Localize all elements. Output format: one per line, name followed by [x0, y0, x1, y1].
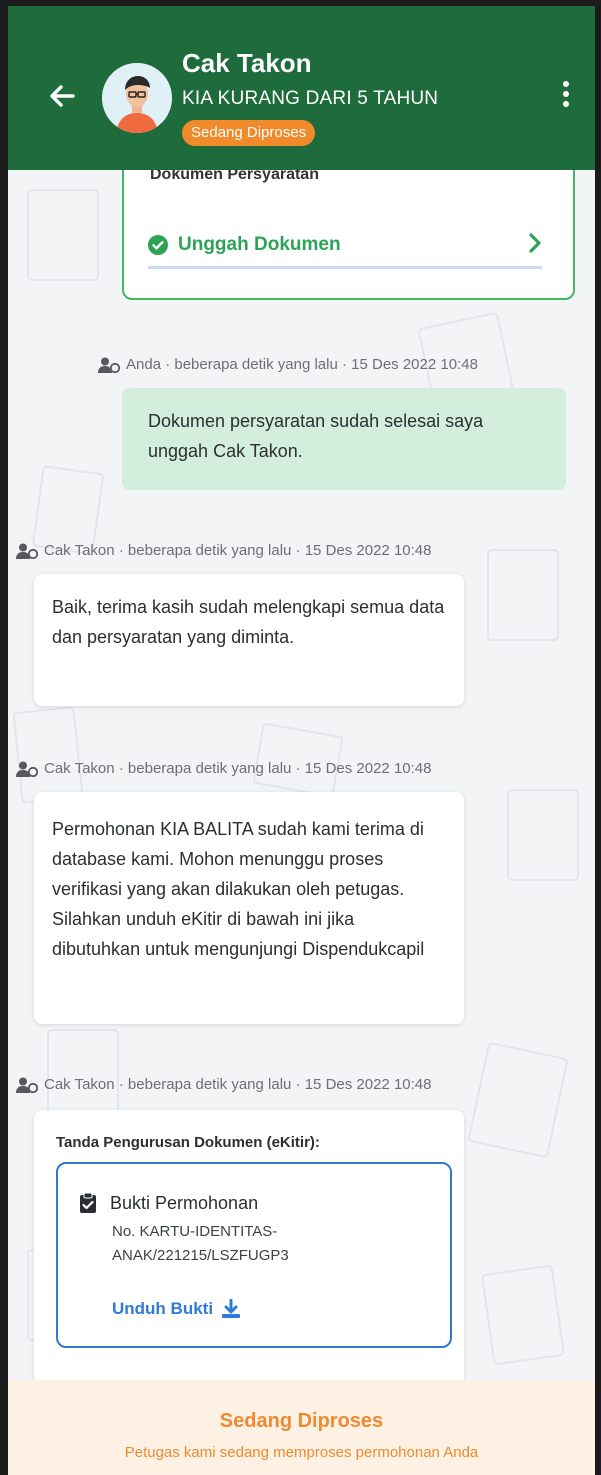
- message-bubble-incoming: Permohonan KIA BALITA sudah kami terima …: [34, 792, 464, 1024]
- chat-subtitle: KIA KURANG DARI 5 TAHUN: [182, 88, 439, 109]
- document-card-label: Dokumen Persyaratan: [150, 170, 319, 183]
- user-icon: [16, 1077, 38, 1093]
- proof-title: Bukti Permohonan: [110, 1193, 259, 1213]
- chat-header: Cak Takon KIA KURANG DARI 5 TAHUN Sedang…: [8, 6, 595, 170]
- upload-progress-line: [148, 266, 542, 269]
- message-meta-text: Cak Takon · beberapa detik yang lalu · 1…: [44, 760, 432, 777]
- user-icon: [16, 761, 38, 777]
- status-footer: Sedang Diproses Petugas kami sedang memp…: [8, 1380, 595, 1475]
- arrow-left-icon: [50, 85, 75, 107]
- chevron-right-icon: [529, 233, 541, 253]
- proof-number: No. KARTU-IDENTITAS-ANAK/221215/LSZFUGP3: [112, 1223, 289, 1264]
- status-badge: Sedang Diproses: [182, 120, 316, 146]
- proof-header: Bukti Permohonan: [80, 1188, 258, 1218]
- chat-title: Cak Takon: [182, 48, 312, 78]
- download-proof-button[interactable]: Unduh Bukti: [112, 1294, 241, 1324]
- message-meta: Cak Takon · beberapa detik yang lalu · 1…: [16, 1076, 431, 1093]
- download-proof-label: Unduh Bukti: [112, 1299, 214, 1318]
- window-frame-left: [0, 0, 8, 1475]
- message-meta: Anda · beberapa detik yang lalu · 15 Des…: [98, 356, 478, 373]
- check-circle-icon: [148, 235, 168, 255]
- message-bubble-incoming: Baik, terima kasih sudah melengkapi semu…: [34, 574, 464, 706]
- download-icon: [222, 1299, 241, 1318]
- message-meta-text: Cak Takon · beberapa detik yang lalu · 1…: [44, 1076, 432, 1093]
- upload-document-label: Unggah Dokumen: [178, 234, 341, 255]
- ekitir-title: Tanda Pengurusan Dokumen (eKitir):: [56, 1134, 320, 1151]
- window-frame-right: [595, 0, 601, 1475]
- footer-status-title: Sedang Diproses: [219, 1410, 384, 1432]
- kebab-dot: [563, 91, 569, 97]
- user-icon: [16, 543, 38, 559]
- back-button[interactable]: [42, 76, 82, 116]
- message-meta: Cak Takon · beberapa detik yang lalu · 1…: [16, 760, 431, 777]
- message-meta-text: Anda · beberapa detik yang lalu · 15 Des…: [126, 356, 478, 373]
- avatar: [102, 63, 172, 133]
- message-text: Dokumen persyaratan sudah selesai saya u…: [148, 411, 484, 461]
- document-requirements-card: Dokumen Persyaratan Unggah Dokumen: [122, 170, 575, 300]
- clipboard-check-icon: [80, 1193, 96, 1213]
- message-meta-text: Cak Takon · beberapa detik yang lalu · 1…: [44, 542, 432, 559]
- kebab-dot: [563, 81, 569, 87]
- user-icon: [98, 357, 120, 373]
- message-meta: Cak Takon · beberapa detik yang lalu · 1…: [16, 542, 431, 559]
- message-bubble-outgoing: Dokumen persyaratan sudah selesai saya u…: [122, 388, 566, 490]
- message-text: Permohonan KIA BALITA sudah kami terima …: [52, 819, 425, 959]
- footer-status-subtitle: Petugas kami sedang memproses permohonan…: [124, 1444, 479, 1461]
- message-text: Baik, terima kasih sudah melengkapi semu…: [52, 597, 445, 647]
- more-menu-button[interactable]: [554, 74, 578, 114]
- ekitir-message: Tanda Pengurusan Dokumen (eKitir): Bukti…: [34, 1110, 464, 1380]
- proof-card: Bukti Permohonan No. KARTU-IDENTITAS-ANA…: [56, 1162, 452, 1348]
- window-frame-top: [0, 0, 601, 6]
- upload-document-button[interactable]: Unggah Dokumen: [148, 218, 542, 272]
- chat-messages[interactable]: Dokumen Persyaratan Unggah Dokumen Anda …: [8, 170, 595, 1380]
- kebab-dot: [563, 101, 569, 107]
